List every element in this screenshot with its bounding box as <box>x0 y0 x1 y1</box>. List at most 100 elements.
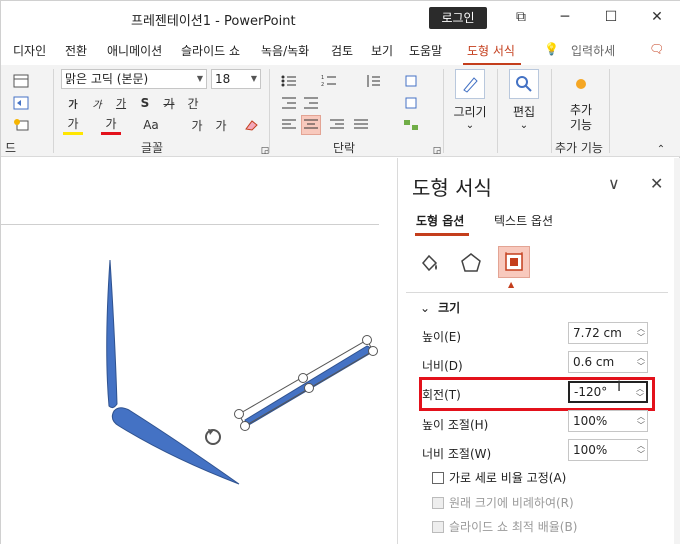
selection-handle <box>304 383 314 393</box>
layout-icon[interactable] <box>11 71 31 91</box>
justify-icon[interactable] <box>351 115 371 135</box>
shrink-font-2-button[interactable]: 가 <box>211 115 231 135</box>
spacing-button[interactable]: 간 <box>183 93 203 113</box>
lightbulb-icon[interactable]: 💡 <box>544 42 559 56</box>
ribbon-tabs: 디자인 전환 애니메이션 슬라이드 쇼 녹음/녹화 검토 보기 도움말 도형 서… <box>1 35 680 65</box>
section-icon[interactable] <box>11 115 31 135</box>
text-cursor-icon: I <box>617 379 622 395</box>
relative-to-original-checkbox[interactable]: 원래 크기에 비례하여(R) <box>432 494 574 511</box>
pane-divider <box>406 292 668 293</box>
login-button[interactable]: 로그인 <box>429 7 487 29</box>
pane-close-icon[interactable]: ✕ <box>650 174 663 193</box>
separator <box>443 69 444 153</box>
ribbon-collapse-icon[interactable]: ⌃ <box>651 139 671 159</box>
shape-blade-vertical <box>106 259 118 409</box>
font-name-field[interactable]: 맑은 고딕 (본문) ▼ <box>61 69 207 89</box>
reset-icon[interactable] <box>11 93 31 113</box>
align-text-icon[interactable] <box>401 93 421 113</box>
separator <box>269 69 270 153</box>
restore-ribbon-icon[interactable]: ⧉ <box>499 4 543 30</box>
comments-icon[interactable]: 🗨 <box>649 42 664 56</box>
best-scale-checkbox[interactable]: 슬라이드 쇼 최적 배율(B) <box>432 518 577 535</box>
effects-icon[interactable] <box>458 250 484 276</box>
selected-category-pointer: ▲ <box>508 280 515 289</box>
tab-view[interactable]: 보기 <box>371 42 393 59</box>
align-left-icon[interactable] <box>279 115 299 135</box>
active-pane-tab-underline <box>415 233 469 236</box>
addin-icon <box>566 69 596 99</box>
grow-font-2-button[interactable]: 가 <box>187 115 207 135</box>
tab-text-options[interactable]: 텍스트 옵션 <box>494 212 553 229</box>
height-field[interactable]: 7.72 cm ︿ ﹀ <box>568 322 648 344</box>
minimize-button[interactable]: ─ <box>543 4 587 30</box>
close-button[interactable]: ✕ <box>635 4 679 30</box>
separator <box>551 69 552 153</box>
separator <box>497 69 498 153</box>
strikethrough-button[interactable]: 가 <box>159 93 179 113</box>
align-right-icon[interactable] <box>327 115 347 135</box>
tab-slideshow[interactable]: 슬라이드 쇼 <box>181 42 240 59</box>
shrink-font-button[interactable]: 가 <box>87 93 107 113</box>
numbering-icon[interactable]: 12 <box>319 71 339 91</box>
separator <box>609 69 610 153</box>
font-size-field[interactable]: 18 ▼ <box>211 69 261 89</box>
scale-height-field[interactable]: 100% ︿ ﹀ <box>568 410 648 432</box>
smartart-icon[interactable] <box>401 115 421 135</box>
shape-blade-diagonal <box>111 407 240 485</box>
rotation-field[interactable]: -120° ︿ ﹀ <box>568 381 648 403</box>
fill-line-icon[interactable] <box>416 250 442 276</box>
decrease-indent-icon[interactable] <box>279 93 299 113</box>
format-shape-pane: 도형 서식 ∨ ✕ 도형 옵션 텍스트 옵션 ▲ ⌄ 크기 높이(E) 7.72 … <box>397 158 680 544</box>
scale-width-field[interactable]: 100% ︿ ﹀ <box>568 439 648 461</box>
tab-review[interactable]: 검토 <box>331 42 353 59</box>
tab-help[interactable]: 도움말 <box>409 42 442 59</box>
group-label-font: 글꼴 <box>141 141 164 155</box>
pane-options-icon[interactable]: ∨ <box>608 174 620 193</box>
increase-indent-icon[interactable] <box>301 93 321 113</box>
width-field[interactable]: 0.6 cm ︿ ﹀ <box>568 351 648 373</box>
shadow-button[interactable]: S <box>135 93 155 113</box>
lock-aspect-checkbox[interactable]: 가로 세로 비율 고정(A) <box>432 469 566 486</box>
size-section-header[interactable]: ⌄ 크기 <box>420 299 460 316</box>
title-bar: 프레젠테이션1 - PowerPoint 로그인 ⧉ ─ ☐ ✕ <box>1 1 680 35</box>
tab-design[interactable]: 디자인 <box>13 42 46 59</box>
highlight-button[interactable]: 가 <box>63 115 83 135</box>
rotation-label: 회전(T) <box>422 388 461 402</box>
tab-transitions[interactable]: 전환 <box>65 42 87 59</box>
width-label: 너비(D) <box>422 359 463 373</box>
powerpoint-window: 프레젠테이션1 - PowerPoint 로그인 ⧉ ─ ☐ ✕ 디자인 전환 … <box>0 0 680 544</box>
align-center-icon[interactable] <box>301 115 321 135</box>
rotation-handle-icon <box>205 429 221 445</box>
scale-height-label: 높이 조절(H) <box>422 418 489 432</box>
draw-button[interactable]: 그리기 ⌄ <box>449 69 491 137</box>
underline-button[interactable]: 가 <box>111 93 131 113</box>
search-box[interactable]: 입력하세 <box>571 42 615 59</box>
tab-record[interactable]: 녹음/녹화 <box>261 42 309 59</box>
draw-icon <box>455 69 485 99</box>
bullets-icon[interactable] <box>279 71 299 91</box>
window-title: 프레젠테이션1 - PowerPoint <box>131 14 296 29</box>
tab-shape-options[interactable]: 도형 옵션 <box>416 212 464 229</box>
search-icon <box>509 69 539 99</box>
tab-shape-format[interactable]: 도형 서식 <box>467 42 515 59</box>
svg-text:1: 1 <box>321 75 324 81</box>
scale-width-label: 너비 조절(W) <box>422 447 492 461</box>
slide-canvas[interactable] <box>1 158 397 544</box>
selection-handle <box>298 373 308 383</box>
grow-font-button[interactable]: 가 <box>63 93 83 113</box>
size-properties-icon[interactable] <box>498 246 530 278</box>
maximize-button[interactable]: ☐ <box>589 4 633 30</box>
clear-format-icon[interactable] <box>241 115 261 135</box>
change-case-button[interactable]: Aa <box>141 115 161 135</box>
group-label-addins: 추가 기능 <box>555 141 603 155</box>
pane-scrollbar[interactable] <box>674 158 680 544</box>
editing-button[interactable]: 편집 ⌄ <box>503 69 545 137</box>
font-color-button[interactable]: 가 <box>101 115 121 135</box>
tab-animations[interactable]: 애니메이션 <box>107 42 162 59</box>
text-direction-icon[interactable] <box>401 71 421 91</box>
svg-text:2: 2 <box>321 82 324 88</box>
addins-button[interactable]: 추가 기능 <box>557 69 605 137</box>
line-spacing-icon[interactable] <box>363 71 383 91</box>
separator <box>53 69 54 153</box>
shapes-layer <box>106 259 378 485</box>
